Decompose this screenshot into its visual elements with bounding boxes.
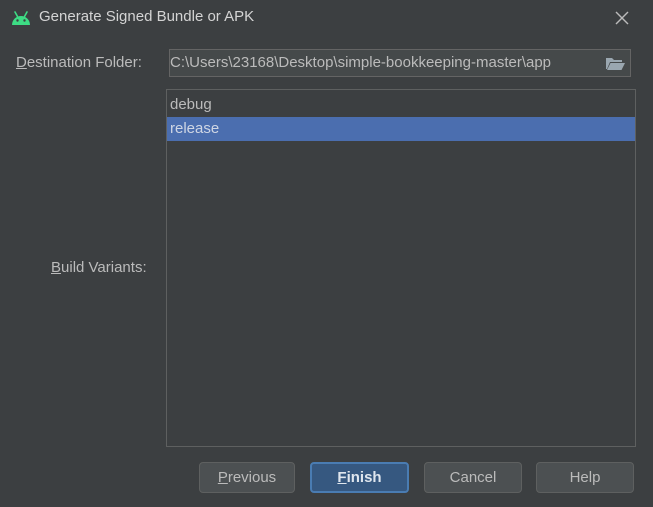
close-icon <box>615 11 629 25</box>
help-button[interactable]: Help <box>536 462 634 493</box>
previous-button[interactable]: Previous <box>199 462 295 493</box>
folder-icon[interactable] <box>604 54 626 72</box>
cancel-button[interactable]: Cancel <box>424 462 522 493</box>
android-icon <box>12 11 30 25</box>
build-variants-list[interactable]: debug release <box>166 89 636 447</box>
build-variants-label: Build Variants: <box>51 259 147 276</box>
variant-item-debug[interactable]: debug <box>167 93 635 117</box>
variant-item-release[interactable]: release <box>167 117 635 141</box>
finish-button[interactable]: Finish <box>310 462 409 493</box>
destination-folder-input[interactable]: C:\Users\23168\Desktop\simple-bookkeepin… <box>169 49 631 77</box>
destination-folder-value: C:\Users\23168\Desktop\simple-bookkeepin… <box>170 54 552 71</box>
title-bar: Generate Signed Bundle or APK <box>0 0 653 36</box>
close-button[interactable] <box>608 6 636 30</box>
destination-folder-label: Destination Folder: <box>16 54 142 71</box>
dialog-title: Generate Signed Bundle or APK <box>39 8 255 25</box>
